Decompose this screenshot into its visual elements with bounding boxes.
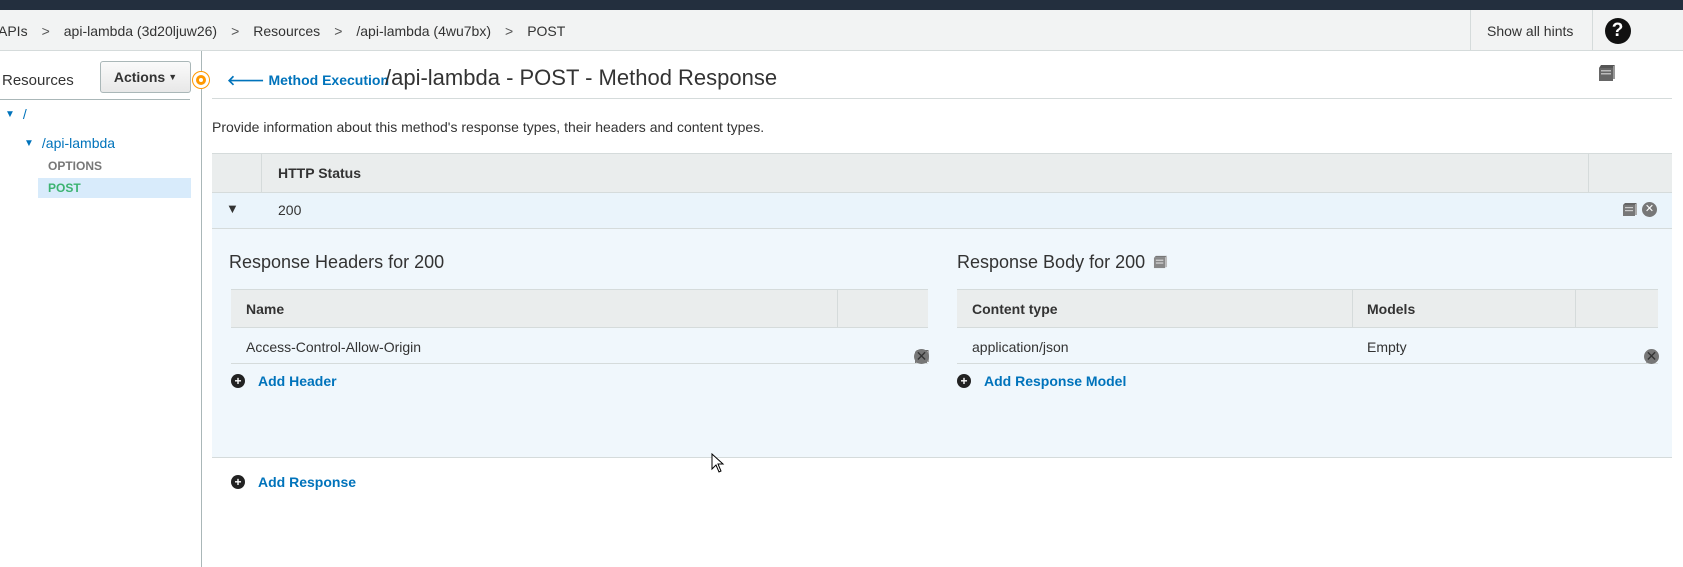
caret-down-icon[interactable]: ▼ xyxy=(24,138,34,149)
tree-method-post[interactable]: POST xyxy=(38,178,191,198)
mouse-cursor-icon xyxy=(711,452,725,476)
breadcrumb-api[interactable]: api-lambda (3d20ljuw26) xyxy=(58,23,223,39)
resources-title: Resources xyxy=(2,72,74,89)
add-response-label: Add Response xyxy=(258,474,357,490)
remove-icon[interactable]: ✕ xyxy=(1644,349,1659,364)
response-body-title-text: Response Body for 200 xyxy=(957,252,1146,272)
caret-down-icon[interactable]: ▼ xyxy=(226,201,239,216)
tree-item-api-lambda[interactable]: ▼ /api-lambda xyxy=(24,135,115,151)
breadcrumb-resources[interactable]: Resources xyxy=(247,23,326,39)
status-row-actions: ✕ xyxy=(1622,202,1657,218)
divider xyxy=(212,98,1672,99)
show-all-hints-label: Show all hints xyxy=(1487,22,1574,39)
response-body-title: Response Body for 200 xyxy=(957,252,1168,273)
column-divider xyxy=(1575,290,1576,328)
method-execution-label: Method Execution xyxy=(268,72,389,88)
breadcrumb-bar: APIs > api-lambda (3d20ljuw26) > Resourc… xyxy=(0,10,1683,51)
status-actions-column xyxy=(1588,154,1672,192)
top-nav-strip xyxy=(0,0,1683,10)
help-icon: ? xyxy=(1604,17,1631,44)
help-button[interactable]: ? xyxy=(1592,10,1642,51)
page-title: /api-lambda - POST - Method Response xyxy=(385,65,778,90)
http-status-header: HTTP Status xyxy=(278,165,361,181)
tree-item-root[interactable]: ▼ / xyxy=(5,106,27,122)
status-table-header: HTTP Status xyxy=(212,153,1672,193)
response-body-table: Content type Models application/json Emp… xyxy=(957,289,1659,365)
models-column-header: Models xyxy=(1367,301,1416,317)
response-details-panel: Response Headers for 200 Name Access-Con… xyxy=(212,229,1672,458)
add-response-model-button[interactable]: + Add Response Model xyxy=(957,373,1126,389)
remove-icon[interactable]: ✕ xyxy=(1642,202,1657,217)
status-row-200[interactable]: ▼ 200 ✕ xyxy=(212,193,1672,229)
divider xyxy=(0,99,190,100)
book-icon[interactable] xyxy=(1153,255,1168,269)
caret-down-icon[interactable]: ▼ xyxy=(5,109,15,120)
breadcrumb: APIs > api-lambda (3d20ljuw26) > Resourc… xyxy=(0,10,571,51)
column-divider xyxy=(1352,290,1353,328)
tree-method-options[interactable]: OPTIONS xyxy=(48,159,102,173)
arrow-left-icon: 🡐 xyxy=(227,72,265,88)
plus-icon: + xyxy=(957,374,971,388)
add-response-button[interactable]: + Add Response xyxy=(231,474,356,490)
notification-dot[interactable] xyxy=(193,72,209,88)
table-row: Access-Control-Allow-Origin ✕ xyxy=(231,328,929,364)
status-code: 200 xyxy=(278,202,302,218)
remove-icon[interactable]: ✕ xyxy=(914,349,929,364)
model-cell: Empty xyxy=(1367,339,1407,355)
breadcrumb-separator: > xyxy=(231,22,240,39)
plus-icon: + xyxy=(231,475,245,489)
book-icon[interactable] xyxy=(1622,202,1638,218)
content-type-cell: application/json xyxy=(972,339,1069,355)
header-name: Access-Control-Allow-Origin xyxy=(246,339,422,355)
content-type-column-header: Content type xyxy=(972,301,1058,317)
method-execution-link[interactable]: 🡐 Method Execution xyxy=(227,72,389,89)
breadcrumb-separator: > xyxy=(505,22,514,39)
breadcrumb-separator: > xyxy=(41,22,50,39)
breadcrumb-separator: > xyxy=(334,22,343,39)
tree-item-api-lambda-label: /api-lambda xyxy=(41,135,116,151)
response-headers-title: Response Headers for 200 xyxy=(229,252,445,272)
breadcrumb-resource[interactable]: /api-lambda (4wu7bx) xyxy=(350,23,497,39)
plus-icon: + xyxy=(231,374,245,388)
resources-sidebar: Resources Actions ▼ ▼ / ▼ /api-lambda OP… xyxy=(0,51,209,567)
breadcrumb-apis[interactable]: APIs xyxy=(0,23,34,39)
book-icon[interactable] xyxy=(1597,64,1617,85)
column-divider xyxy=(837,290,838,328)
breadcrumb-method: POST xyxy=(527,22,566,39)
add-response-model-label: Add Response Model xyxy=(984,373,1127,389)
actions-label: Actions xyxy=(113,69,166,85)
name-column-header: Name xyxy=(246,301,285,317)
status-toggle-column xyxy=(212,154,262,192)
add-header-button[interactable]: + Add Header xyxy=(231,373,337,389)
add-header-label: Add Header xyxy=(258,373,337,389)
page-description: Provide information about this method's … xyxy=(212,119,765,135)
tree-item-root-label: / xyxy=(22,106,27,122)
response-headers-table: Name Access-Control-Allow-Origin ✕ xyxy=(231,289,929,365)
table-row: application/json Empty ✕ xyxy=(957,328,1659,364)
actions-button[interactable]: Actions ▼ xyxy=(100,61,191,93)
caret-down-icon: ▼ xyxy=(168,72,178,82)
headers-table-header: Name xyxy=(231,290,928,328)
show-all-hints-button[interactable]: Show all hints xyxy=(1470,10,1589,51)
body-table-header: Content type Models xyxy=(957,290,1658,328)
